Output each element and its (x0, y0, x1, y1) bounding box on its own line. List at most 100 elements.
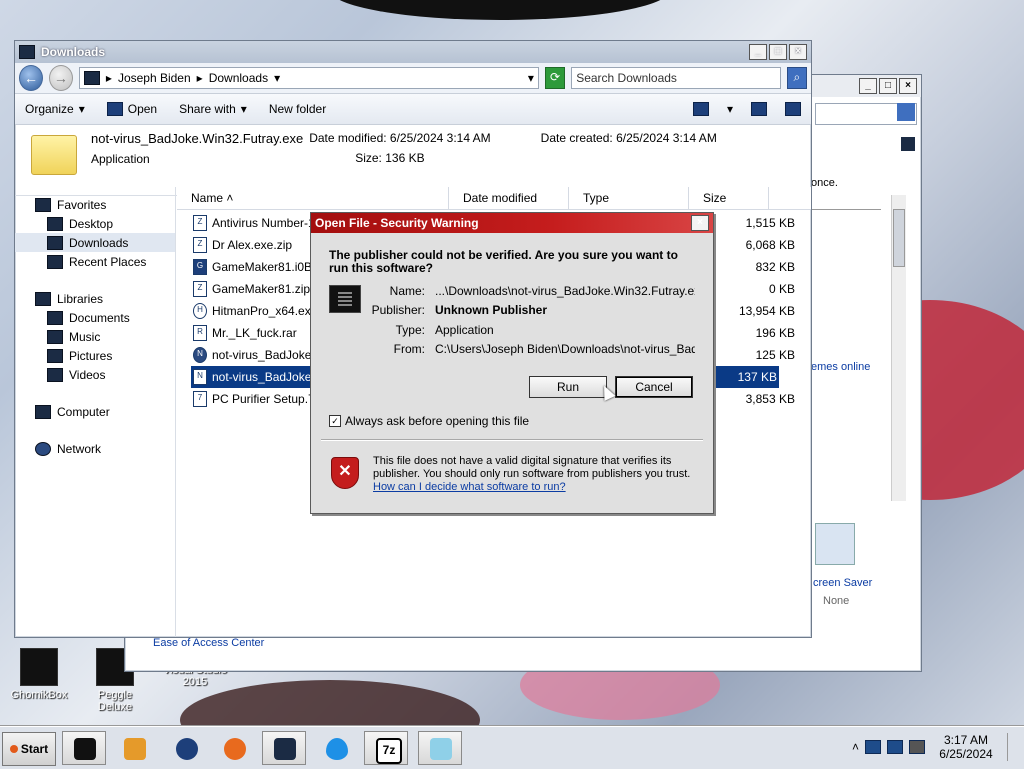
new-folder-button[interactable]: New folder (269, 102, 326, 116)
view-options-icon[interactable] (692, 102, 709, 116)
show-desktop-button[interactable] (1007, 733, 1018, 761)
address-dropdown-icon[interactable]: ▾ (528, 71, 534, 85)
breadcrumb-downloads[interactable]: Downloads (209, 71, 268, 85)
view-chevron-icon[interactable]: ▾ (727, 102, 733, 116)
close-button[interactable]: × (789, 44, 807, 60)
help-link[interactable]: How can I decide what software to run? (373, 481, 566, 493)
taskbar-app-explorer[interactable] (262, 731, 306, 765)
computer-icon (35, 404, 51, 419)
volume-icon[interactable] (909, 740, 925, 754)
screen-saver-value: None (823, 595, 850, 607)
dialog-from-row: From: C:\Users\Joseph Biden\Downloads\not… (393, 342, 695, 356)
explorer-titlebar[interactable]: Downloads _ □ × (15, 41, 811, 63)
column-type[interactable]: Type (569, 187, 689, 209)
bg-scrollbar-thumb[interactable] (893, 209, 905, 267)
screen-saver-link[interactable]: creen Saver (813, 577, 872, 589)
security-app-icon (430, 738, 452, 760)
nav-downloads[interactable]: Downloads (15, 233, 175, 252)
shield-warning-icon: ✕ (331, 457, 359, 489)
refresh-button[interactable]: ⟳ (544, 67, 566, 89)
start-button[interactable]: Start (2, 732, 56, 766)
details-pane: not-virus_BadJoke.Win32.Futray.exe Appli… (15, 125, 811, 196)
recent-places-icon (47, 254, 63, 269)
organize-button[interactable]: Organize ▾ (25, 102, 85, 116)
open-button[interactable]: Open (106, 102, 157, 116)
share-with-button[interactable]: Share with ▾ (179, 102, 247, 116)
taskbar-app-browser-globe[interactable] (164, 731, 208, 765)
dialog-divider (321, 439, 703, 440)
nav-network[interactable]: Network (35, 439, 175, 458)
desktop-icon-ghomikbox[interactable]: GhomikBox (4, 648, 74, 701)
nav-documents[interactable]: Documents (35, 308, 175, 327)
nav-favorites[interactable]: Favorites (35, 195, 175, 214)
chevron-down-icon: ▾ (78, 102, 85, 116)
date-modified-value: 6/25/2024 3:14 AM (389, 131, 491, 145)
breadcrumb-joseph-biden[interactable]: Joseph Biden (118, 71, 191, 85)
file-large-icon (31, 135, 77, 175)
breadcrumb-chevron-icon[interactable]: ▾ (274, 71, 280, 85)
ease-of-access-link[interactable]: Ease of Access Center (153, 637, 264, 649)
bg-help-icon[interactable] (901, 137, 915, 151)
bg-themes-online-link[interactable]: emes online (811, 361, 870, 373)
address-input[interactable]: ▸ Joseph Biden ▸ Downloads ▾ ▾ (78, 67, 539, 89)
address-bar: ← → ▸ Joseph Biden ▸ Downloads ▾ ▾ ⟳ Sea… (15, 63, 811, 94)
7zip-icon: 7z (376, 738, 402, 764)
nav-desktop[interactable]: Desktop (35, 214, 175, 233)
minimize-button[interactable]: _ (749, 44, 767, 60)
bg-search-icon[interactable] (897, 103, 915, 121)
bg-maximize-button[interactable]: □ (879, 78, 897, 94)
chevron-down-icon: ▾ (240, 102, 247, 116)
show-hidden-icons-icon[interactable]: ˄ (852, 740, 859, 754)
taskbar-app-ghomikbox[interactable] (62, 731, 106, 765)
taskbar-app-7zip[interactable]: 7z (364, 731, 408, 765)
taskbar-app-firefox[interactable] (212, 731, 256, 765)
column-name[interactable]: Name ˄ (177, 187, 449, 209)
column-date-modified[interactable]: Date modified (449, 187, 569, 209)
ghomikbox-app-icon (74, 738, 96, 760)
network-tray-icon[interactable] (865, 740, 881, 754)
rar-file-icon: R (193, 325, 207, 341)
dialog-title: Open File - Security Warning (315, 216, 479, 230)
dialog-titlebar[interactable]: Open File - Security Warning × (311, 213, 713, 233)
security-warning-dialog[interactable]: Open File - Security Warning × The publi… (310, 212, 714, 514)
firefox-icon (224, 738, 246, 760)
preview-pane-icon[interactable] (751, 102, 767, 116)
nav-recent-places[interactable]: Recent Places (35, 252, 175, 271)
nav-computer[interactable]: Computer (35, 402, 175, 421)
forward-button[interactable]: → (48, 65, 73, 91)
nav-videos[interactable]: Videos (35, 365, 175, 384)
breadcrumb-separator-icon: ▸ (105, 71, 112, 85)
warning-text: This file does not have a valid digital … (373, 455, 691, 493)
always-ask-checkbox[interactable]: ✓ (329, 415, 341, 427)
search-input[interactable]: Search Downloads (571, 67, 781, 89)
display-tray-icon[interactable] (887, 740, 903, 754)
maximize-button[interactable]: □ (769, 44, 787, 60)
nav-music[interactable]: Music (35, 327, 175, 346)
clock[interactable]: 3:17 AM 6/25/2024 (931, 733, 1001, 761)
help-icon[interactable] (785, 102, 801, 116)
run-button[interactable]: Run (529, 376, 607, 398)
taskbar-app-media-player[interactable] (112, 731, 156, 765)
nav-libraries[interactable]: Libraries (35, 289, 175, 308)
network-icon (35, 441, 51, 456)
search-icon[interactable]: ⌕ (786, 67, 807, 89)
bg-close-button[interactable]: × (899, 78, 917, 94)
size-value: 136 KB (385, 151, 425, 165)
column-size[interactable]: Size (689, 187, 769, 209)
system-tray: ˄ 3:17 AM 6/25/2024 (852, 733, 1018, 761)
back-button[interactable]: ← (19, 65, 43, 91)
column-headers: Name ˄ Date modified Type Size (177, 187, 811, 210)
explorer-app-icon (274, 738, 296, 760)
dialog-close-button[interactable]: × (691, 215, 709, 231)
taskbar-app-security-dialog[interactable] (418, 731, 462, 765)
nav-pictures[interactable]: Pictures (35, 346, 175, 365)
bg-scrollbar[interactable] (891, 195, 906, 501)
exe-file-icon: N (193, 369, 207, 385)
date-modified-label: Date modified: (309, 131, 387, 145)
taskbar-app-drop[interactable] (314, 731, 358, 765)
cancel-button[interactable]: Cancel (615, 376, 693, 398)
bg-minimize-button[interactable]: _ (859, 78, 877, 94)
ghomikbox-icon (20, 648, 58, 686)
screen-saver-icon[interactable] (815, 523, 855, 565)
dialog-type-row: Type: Application (395, 323, 494, 337)
